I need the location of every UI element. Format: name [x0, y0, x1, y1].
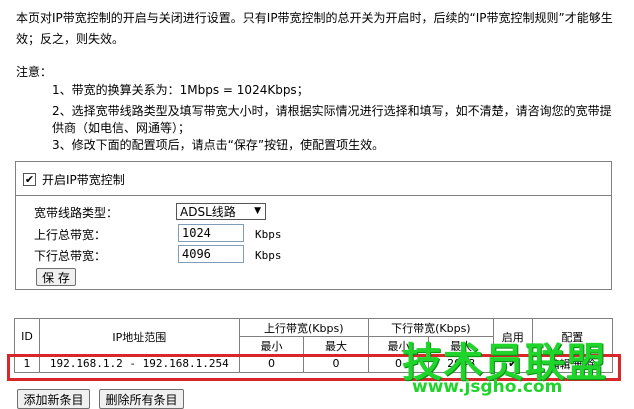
- enable-row: ✔ 开启IP带宽控制: [23, 171, 125, 188]
- enable-checkbox[interactable]: ✔: [23, 173, 36, 186]
- upstream-input[interactable]: 1024: [178, 224, 244, 242]
- note-title: 注意：: [16, 65, 53, 79]
- note-1: 1、带宽的换算关系为：1Mbps = 1024Kbps；: [52, 83, 309, 97]
- upstream-label: 上行总带宽：: [34, 228, 107, 242]
- header-up-min: 最小: [238, 336, 305, 355]
- enable-label: 开启IP带宽控制: [42, 173, 125, 187]
- header-id: ID: [14, 318, 40, 355]
- header-up-max: 最大: [303, 336, 369, 355]
- downstream-label: 下行总带宽：: [34, 249, 107, 263]
- downstream-unit: Kbps: [255, 249, 282, 262]
- header-up: 上行带宽(Kbps): [238, 318, 369, 337]
- note-3: 3、修改下面的配置项后，请点击“保存”按钮，使配置项生效。: [52, 138, 385, 152]
- line-type-value: ADSL线路: [180, 205, 236, 219]
- intro-text: 本页对IP带宽控制的开启与关闭进行设置。只有IP带宽控制的总开关为开启时，后续的…: [16, 11, 613, 46]
- downstream-input[interactable]: 4096: [178, 245, 244, 263]
- upstream-unit: Kbps: [255, 228, 282, 241]
- add-entry-button[interactable]: 添加新条目: [17, 389, 90, 409]
- save-button[interactable]: 保 存: [36, 268, 76, 286]
- dropdown-arrow-icon: ▼: [254, 206, 261, 216]
- header-ip: IP地址范围: [38, 318, 240, 355]
- line-type-select[interactable]: ADSL线路 ▼: [176, 203, 266, 220]
- watermark-url: www.jsgho.com: [412, 377, 563, 397]
- line-type-label: 宽带线路类型：: [34, 206, 119, 220]
- delete-all-button[interactable]: 删除所有条目: [99, 389, 184, 409]
